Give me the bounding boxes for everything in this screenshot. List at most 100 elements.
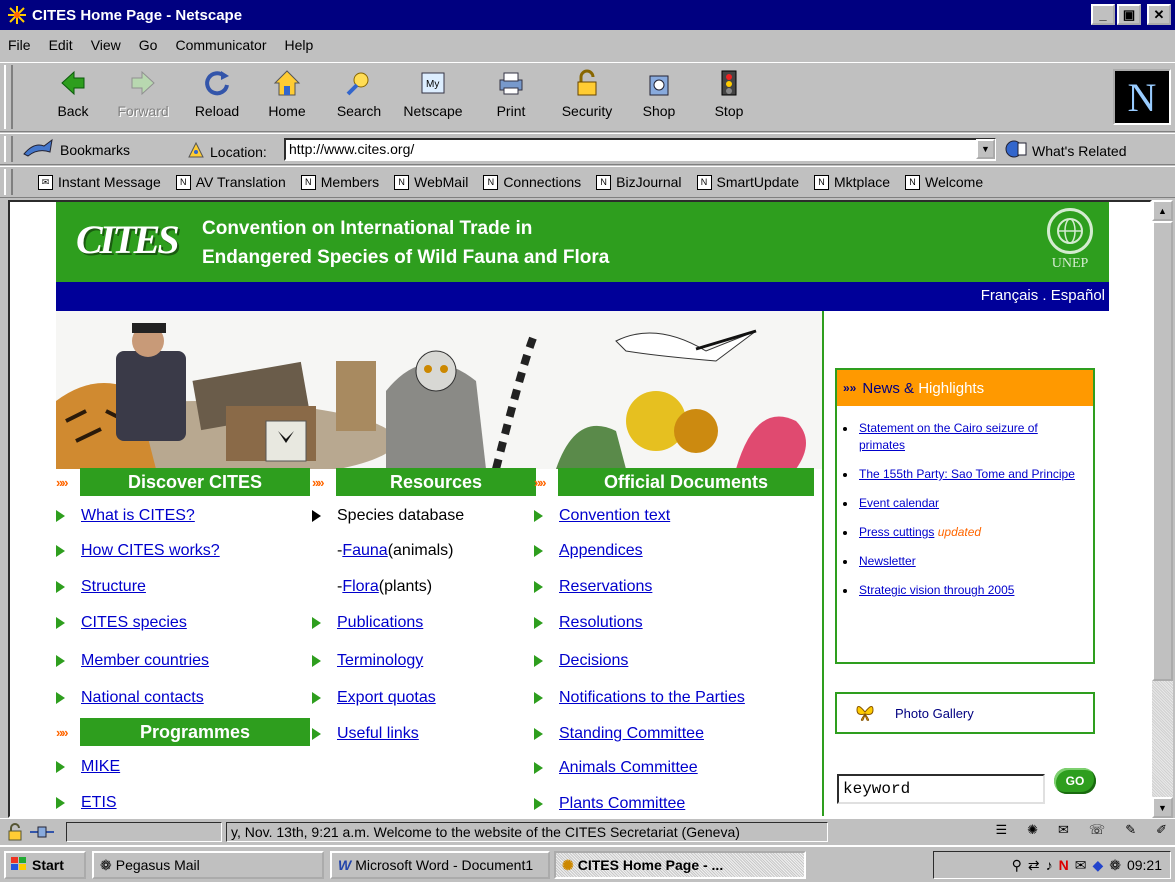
menu-help[interactable]: Help	[285, 37, 314, 53]
menu-communicator[interactable]: Communicator	[175, 37, 266, 53]
location-icon[interactable]	[186, 140, 206, 163]
bookmark-av-translation[interactable]: N AV Translation	[175, 174, 286, 190]
netscape-logo[interactable]: N	[1113, 69, 1171, 125]
vertical-scrollbar[interactable]: ▲ ▼	[1152, 200, 1173, 818]
tray-network-icon[interactable]: ⇄	[1028, 857, 1040, 874]
flora-link[interactable]: Flora	[342, 578, 378, 596]
start-button[interactable]: Start	[4, 851, 86, 879]
close-icon[interactable]: ✕	[1147, 4, 1171, 25]
maximize-icon[interactable]: ▣	[1117, 4, 1141, 25]
keyword-search-input[interactable]: keyword	[837, 774, 1045, 804]
security-button[interactable]: Security	[552, 67, 622, 119]
component-bar-composer-icon[interactable]: ✎	[1125, 822, 1136, 838]
title-bar[interactable]: CITES Home Page - Netscape _ ▣ ✕	[0, 0, 1175, 30]
news-item[interactable]: Event calendar	[843, 495, 1083, 512]
lang-french-link[interactable]: Français	[981, 287, 1039, 304]
news-item[interactable]: Statement on the Cairo seizure of primat…	[843, 420, 1083, 454]
bookmark-instant-message[interactable]: ✉ Instant Message	[38, 174, 161, 190]
print-button[interactable]: Print	[476, 67, 546, 119]
discover-item[interactable]: How CITES works?	[56, 542, 220, 560]
menu-file[interactable]: File	[8, 37, 31, 53]
official-item[interactable]: Notifications to the Parties	[534, 689, 745, 707]
scroll-thumb[interactable]	[1152, 221, 1173, 681]
discover-item[interactable]: National contacts	[56, 689, 204, 707]
news-item[interactable]: The 155th Party: Sao Tome and Principe	[843, 466, 1083, 483]
programme-item[interactable]: MIKE	[56, 758, 120, 776]
discover-item[interactable]: CITES species	[56, 614, 187, 632]
news-highlights-box: »» News & Highlights Statement on the Ca…	[835, 368, 1095, 664]
scroll-down-icon[interactable]: ▼	[1152, 797, 1173, 818]
connection-icon[interactable]	[28, 823, 56, 844]
official-item[interactable]: Resolutions	[534, 614, 643, 632]
programme-item[interactable]: ETIS	[56, 794, 117, 812]
unep-logo[interactable]: UNEP	[1041, 208, 1099, 272]
bookmarks-button[interactable]: Bookmarks	[22, 138, 130, 161]
url-dropdown-icon[interactable]: ▼	[976, 139, 995, 159]
bookmark-mktplace[interactable]: N Mktplace	[814, 174, 890, 190]
resource-item[interactable]: Publications	[312, 614, 423, 632]
task-pegasus-mail[interactable]: ❁ Pegasus Mail	[92, 851, 324, 879]
bookmark-webmail[interactable]: N WebMail	[394, 174, 468, 190]
photo-gallery-link[interactable]: Photo Gallery	[835, 692, 1095, 734]
menu-go[interactable]: Go	[139, 37, 158, 53]
tray-volume-icon[interactable]: ♪	[1046, 857, 1053, 873]
go-button[interactable]: GO	[1054, 768, 1096, 794]
bookmark-connections[interactable]: N Connections	[483, 174, 581, 190]
discover-item[interactable]: What is CITES?	[56, 507, 195, 525]
resource-item[interactable]: Terminology	[312, 652, 423, 670]
bookmark-members[interactable]: N Members	[300, 174, 379, 190]
official-item[interactable]: Reservations	[534, 578, 652, 596]
tray-mail-icon[interactable]: ✉	[1075, 857, 1087, 874]
menu-view[interactable]: View	[91, 37, 121, 53]
resource-item[interactable]: Useful links	[312, 725, 419, 743]
personal-grip[interactable]	[4, 169, 13, 195]
official-item[interactable]: Appendices	[534, 542, 643, 560]
component-bar-mail-icon[interactable]: ✉	[1058, 822, 1069, 838]
tray-netscape-icon[interactable]: N	[1059, 857, 1069, 873]
resource-item[interactable]: Export quotas	[312, 689, 436, 707]
official-item[interactable]: Decisions	[534, 652, 628, 670]
official-item[interactable]: Convention text	[534, 507, 670, 525]
back-button[interactable]: Back	[38, 67, 108, 119]
task-microsoft-word[interactable]: W Microsoft Word - Document1	[330, 851, 550, 879]
bookmark-welcome[interactable]: N Welcome	[905, 174, 983, 190]
bookmark-smartupdate[interactable]: N SmartUpdate	[696, 174, 799, 190]
clock[interactable]: 09:21	[1127, 857, 1162, 873]
tray-app-icon[interactable]: ❁	[1109, 857, 1121, 874]
official-item[interactable]: Animals Committee	[534, 759, 698, 777]
netscape-button[interactable]: My Netscape	[398, 67, 468, 119]
minimize-icon[interactable]: _	[1091, 4, 1115, 25]
security-lock-icon[interactable]	[6, 823, 24, 844]
discover-item[interactable]: Structure	[56, 578, 146, 596]
tray-messenger-icon[interactable]: ◆	[1092, 857, 1103, 874]
news-item[interactable]: Strategic vision through 2005	[843, 582, 1083, 599]
component-bar-netscape-icon[interactable]: ✺	[1027, 822, 1038, 838]
toolbar-grip[interactable]	[4, 65, 13, 129]
forward-button[interactable]: Forward	[108, 67, 178, 119]
reload-button[interactable]: Reload	[182, 67, 252, 119]
scroll-up-icon[interactable]: ▲	[1152, 200, 1173, 221]
task-cites-home-page[interactable]: ✺ CITES Home Page - ...	[554, 851, 806, 879]
cites-logo[interactable]: CITES	[76, 216, 180, 268]
bookmark-bizjournal[interactable]: N BizJournal	[596, 174, 682, 190]
menu-edit[interactable]: Edit	[49, 37, 73, 53]
url-input[interactable]: http://www.cites.org/	[284, 138, 996, 161]
home-button[interactable]: Home	[252, 67, 322, 119]
news-item[interactable]: Newsletter	[843, 553, 1083, 570]
discover-item[interactable]: Member countries	[56, 652, 209, 670]
lang-spanish-link[interactable]: Español	[1051, 287, 1105, 304]
component-bar-groups-icon[interactable]: ☏	[1089, 822, 1105, 838]
official-item[interactable]: Plants Committee	[534, 795, 685, 813]
search-button[interactable]: Search	[324, 67, 394, 119]
shop-button[interactable]: Shop	[624, 67, 694, 119]
tray-search-icon[interactable]: ⚲	[1012, 857, 1022, 874]
component-bar-edit-icon[interactable]: ✐	[1156, 822, 1167, 838]
whats-related-button[interactable]: What's Related	[1004, 139, 1127, 162]
page-viewport[interactable]: CITES Convention on International Trade …	[8, 200, 1152, 818]
official-item[interactable]: Standing Committee	[534, 725, 704, 743]
location-grip[interactable]	[4, 136, 13, 162]
component-bar-navigator-icon[interactable]: ☰	[995, 822, 1007, 838]
stop-button[interactable]: Stop	[694, 67, 764, 119]
news-item[interactable]: Press cuttings updated	[843, 524, 1083, 541]
fauna-link[interactable]: Fauna	[342, 542, 387, 560]
